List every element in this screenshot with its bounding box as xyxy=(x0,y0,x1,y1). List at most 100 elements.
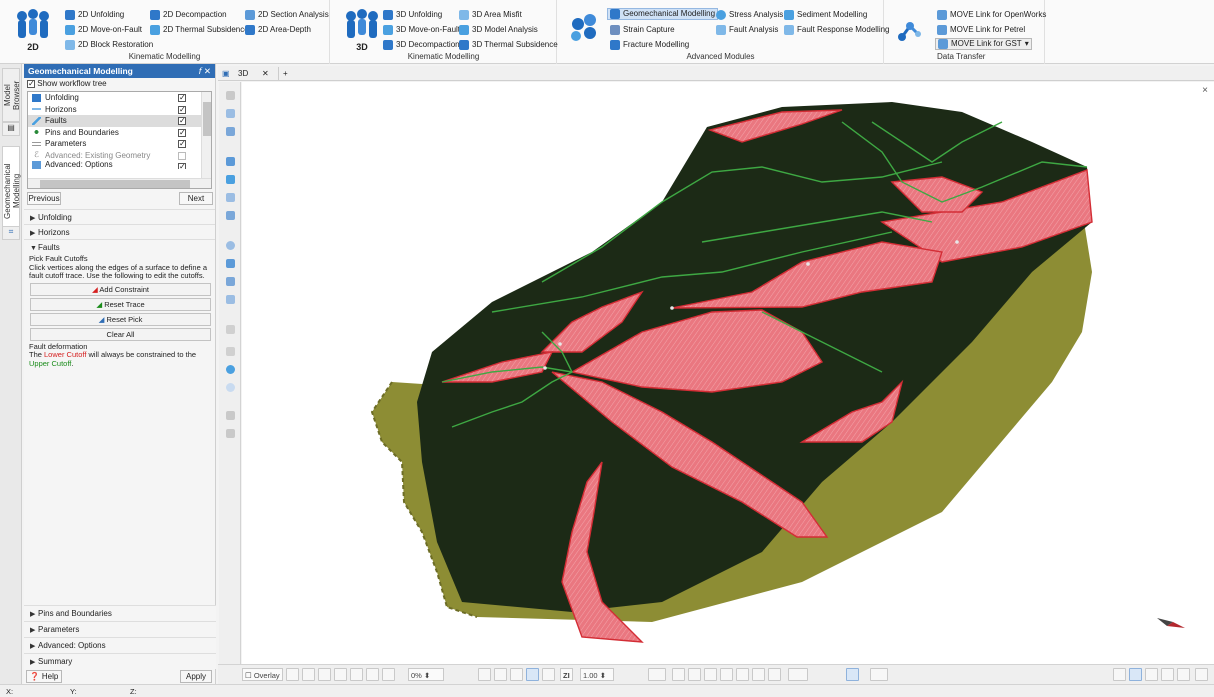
close-view-icon[interactable]: × xyxy=(1202,85,1208,96)
panel-header-buttons[interactable]: 𝘧 ✕ xyxy=(199,64,211,78)
workflow-item-checkbox[interactable] xyxy=(178,138,186,150)
workflow-item-checkbox[interactable] xyxy=(178,161,186,169)
workflow-item-checkbox[interactable] xyxy=(178,115,186,127)
visibility-eye-icon[interactable] xyxy=(223,362,237,376)
scrollbar-thumb[interactable] xyxy=(203,102,211,136)
3d-logo-icon[interactable]: 3D xyxy=(343,8,381,52)
3d-viewport[interactable]: × xyxy=(242,82,1214,664)
render-tool-icon[interactable] xyxy=(350,668,363,681)
render-tool-icon[interactable] xyxy=(382,668,395,681)
zoom-out-icon[interactable] xyxy=(720,668,733,681)
2d-decompaction-button[interactable]: 2D Decompaction xyxy=(150,9,227,21)
zoom-fit-icon[interactable] xyxy=(736,668,749,681)
fault-response-modelling-button[interactable]: Fault Response Modelling xyxy=(784,24,890,36)
spinner-icon[interactable]: ⬍ xyxy=(424,671,430,680)
3d-unfolding-button[interactable]: 3D Unfolding xyxy=(383,9,442,21)
2d-area-depth-button[interactable]: 2D Area-Depth xyxy=(245,24,311,36)
overlay-checkbox[interactable]: ☐ xyxy=(245,671,252,680)
section-parameters[interactable]: ▶ Parameters xyxy=(24,621,216,637)
workflow-item-horizons[interactable]: Horizons xyxy=(28,104,211,115)
workflow-item-checkbox[interactable] xyxy=(178,92,186,104)
refresh-icon[interactable] xyxy=(286,668,299,681)
spinner-icon[interactable]: ⬍ xyxy=(600,671,606,680)
3d-area-misfit-button[interactable]: 3D Area Misfit xyxy=(459,9,522,21)
extend-tool-icon[interactable] xyxy=(223,274,237,288)
reset-trace-button[interactable]: ◢ Reset Trace xyxy=(30,297,211,311)
lens-tool-icon[interactable] xyxy=(223,380,237,394)
move-link-gst-button[interactable]: MOVE Link for GST ▾ xyxy=(935,38,1032,50)
3d-decompaction-button[interactable]: 3D Decompaction xyxy=(383,39,460,51)
home-view-icon[interactable] xyxy=(768,668,781,681)
section-pins-boundaries[interactable]: ▶ Pins and Boundaries xyxy=(24,605,216,621)
workflow-vertical-scrollbar[interactable] xyxy=(201,92,211,178)
frame-icon[interactable] xyxy=(494,668,507,681)
workflow-item-checkbox[interactable] xyxy=(178,104,186,115)
edit-tool-icon[interactable] xyxy=(223,208,237,222)
2d-thermal-subsidence-button[interactable]: 2D Thermal Subsidence xyxy=(150,24,249,36)
workflow-item-existing-geometry[interactable]: ℰ Advanced: Existing Geometry xyxy=(28,150,211,162)
move-tool-icon[interactable] xyxy=(223,172,237,186)
vertex-tool-icon[interactable] xyxy=(223,256,237,270)
stamp-tool-icon[interactable] xyxy=(223,426,237,440)
opacity-stepper[interactable]: 0% ⬍ xyxy=(408,668,444,681)
scrollbar-thumb[interactable] xyxy=(40,180,190,188)
clear-all-button[interactable]: Clear All xyxy=(30,327,211,341)
navigation-icon[interactable] xyxy=(648,668,666,681)
workflow-item-unfolding[interactable]: Unfolding xyxy=(28,92,211,104)
show-workflow-check-icon[interactable] xyxy=(27,78,35,90)
2d-unfolding-button[interactable]: 2D Unfolding xyxy=(65,9,124,21)
digitize-tool-icon[interactable] xyxy=(223,190,237,204)
fracture-modelling-button[interactable]: Fracture Modelling xyxy=(610,39,689,51)
3d-model-analysis-button[interactable]: 3D Model Analysis xyxy=(459,24,538,36)
next-button[interactable]: Next xyxy=(179,192,213,205)
2d-move-on-fault-button[interactable]: 2D Move-on-Fault xyxy=(65,24,142,36)
help-button[interactable]: ❓ Help xyxy=(26,670,62,683)
measure-tool-icon[interactable] xyxy=(223,322,237,336)
3d-thermal-subsidence-button[interactable]: 3D Thermal Subsidence xyxy=(459,39,558,51)
layout-icon[interactable] xyxy=(1129,668,1142,681)
workflow-item-parameters[interactable]: Parameters xyxy=(28,138,211,150)
section-advanced-options[interactable]: ▶ Advanced: Options xyxy=(24,637,216,653)
workflow-item-pins-boundaries[interactable]: Pins and Boundaries xyxy=(28,127,211,138)
lasso-tool-icon[interactable] xyxy=(223,106,237,120)
geomechanical-tab-icon[interactable]: ⌗ xyxy=(2,226,20,240)
layout-icon[interactable] xyxy=(1145,668,1158,681)
render-tool-icon[interactable] xyxy=(302,668,315,681)
section-faults[interactable]: ▼Faults xyxy=(24,239,215,254)
section-horizons[interactable]: ▶ Horizons xyxy=(24,224,215,239)
tool-icon[interactable] xyxy=(542,668,555,681)
workflow-horizontal-scrollbar[interactable] xyxy=(28,178,211,188)
tab-geomechanical-modelling[interactable]: Geomechanical Modelling xyxy=(2,146,21,236)
axis-icon[interactable] xyxy=(526,668,539,681)
move-link-openworks-button[interactable]: MOVE Link for OpenWorks xyxy=(937,9,1046,21)
add-constraint-button[interactable]: ◢ Add Constraint xyxy=(30,282,211,296)
display-mode-icon[interactable] xyxy=(846,668,859,681)
apply-button[interactable]: Apply xyxy=(180,670,212,683)
strain-capture-button[interactable]: Strain Capture xyxy=(610,24,675,36)
workflow-item-faults[interactable]: Faults xyxy=(28,115,211,127)
move-link-petrel-button[interactable]: MOVE Link for Petrel xyxy=(937,24,1025,36)
snap-tool-icon[interactable] xyxy=(223,238,237,252)
workflow-item-advanced-options[interactable]: Advanced: Options xyxy=(28,161,211,169)
tab-model-browser[interactable]: Model Browser xyxy=(2,68,21,122)
probe-tool-icon[interactable] xyxy=(223,344,237,358)
grid-icon[interactable] xyxy=(510,668,523,681)
previous-button[interactable]: Previous xyxy=(27,192,61,205)
add-icon[interactable] xyxy=(478,668,491,681)
view-tool-icon[interactable] xyxy=(688,668,701,681)
show-workflow-tree-checkbox[interactable]: Show workflow tree xyxy=(24,78,215,90)
close-tab-icon[interactable]: ✕ xyxy=(262,67,269,80)
model-browser-icon[interactable]: ▤ xyxy=(2,122,20,136)
layout-icon[interactable] xyxy=(1161,668,1174,681)
workflow-item-checkbox[interactable] xyxy=(178,127,186,138)
pick-tool-icon[interactable] xyxy=(223,154,237,168)
2d-section-analysis-button[interactable]: 2D Section Analysis xyxy=(245,9,329,21)
tab-3d-view[interactable]: 3D xyxy=(238,67,248,80)
center-icon[interactable] xyxy=(752,668,765,681)
view-tool-icon[interactable] xyxy=(672,668,685,681)
geomechanical-modelling-button[interactable]: Geomechanical Modelling xyxy=(607,8,719,20)
render-tool-icon[interactable] xyxy=(366,668,379,681)
advanced-modules-icon[interactable] xyxy=(566,12,604,54)
reset-pick-button[interactable]: ◢ Reset Pick xyxy=(30,312,211,326)
layout-icon[interactable] xyxy=(1113,668,1126,681)
